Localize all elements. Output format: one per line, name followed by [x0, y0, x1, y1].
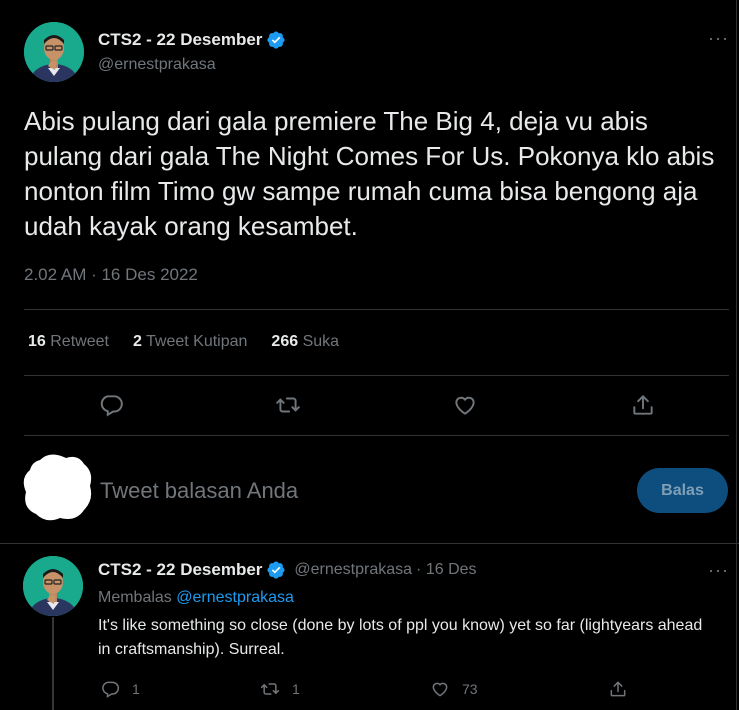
replying-prefix: Membalas — [98, 589, 172, 606]
reply-reply-count: 1 — [132, 681, 140, 697]
reply-retweet-count: 1 — [292, 681, 300, 697]
reply-reply-action[interactable]: 1 — [100, 679, 140, 699]
verified-badge-icon — [266, 560, 286, 580]
tweet-stats: 16 Retweet 2 Tweet Kutipan 266 Suka — [28, 333, 339, 351]
retweet-stat[interactable]: 16 Retweet — [28, 333, 109, 351]
section-separator — [0, 543, 739, 544]
replying-to-mention[interactable]: @ernestprakasa — [176, 589, 294, 606]
reply-icon — [102, 681, 120, 698]
reply-like-count: 73 — [462, 681, 478, 697]
tweet-detail-panel: CTS2 - 22 Desember @ernestprakasa ··· Ab… — [0, 0, 739, 710]
author-avatar[interactable] — [24, 22, 84, 82]
reply-text: It's like something so close (done by lo… — [98, 617, 703, 658]
retweet-icon — [260, 683, 280, 695]
quote-label: Tweet Kutipan — [146, 333, 248, 350]
reply-date[interactable]: · 16 Des — [416, 561, 476, 579]
reply-author-avatar[interactable] — [23, 556, 83, 616]
more-options-icon[interactable]: ··· — [708, 28, 729, 49]
like-stat[interactable]: 266 Suka — [271, 333, 339, 351]
reply-author-row[interactable]: CTS2 - 22 Desember @ernestprakasa · 16 D… — [98, 560, 477, 580]
reply-retweet-action[interactable]: 1 — [260, 679, 300, 699]
share-icon — [610, 681, 626, 697]
user-avatar[interactable] — [22, 452, 94, 522]
divider — [24, 309, 729, 310]
reply-button[interactable]: Balas — [637, 468, 728, 513]
quote-count: 2 — [132, 333, 142, 350]
retweet-count: 16 — [28, 333, 46, 350]
like-count: 266 — [271, 333, 299, 350]
tweet-text: Abis pulang dari gala premiere The Big 4… — [24, 106, 715, 241]
divider — [24, 375, 729, 376]
like-icon[interactable] — [452, 392, 478, 418]
reply-author-name[interactable]: CTS2 - 22 Desember — [98, 560, 262, 580]
tweet-timestamp[interactable]: 2.02 AM · 16 Des 2022 — [24, 265, 198, 285]
reply-action-bar: 1 1 73 — [0, 679, 739, 701]
retweet-label: Retweet — [50, 333, 109, 350]
reply-input[interactable]: Tweet balasan Anda — [100, 478, 298, 504]
share-icon[interactable] — [630, 392, 656, 418]
like-icon — [432, 682, 448, 697]
reply-like-action[interactable]: 73 — [430, 679, 478, 699]
author-name-row[interactable]: CTS2 - 22 Desember — [98, 30, 286, 50]
author-handle[interactable]: @ernestprakasa — [98, 56, 216, 74]
replying-to: Membalas @ernestprakasa — [98, 589, 294, 607]
reply-icon[interactable] — [98, 392, 124, 418]
tweet-action-bar — [0, 392, 739, 418]
reply-author-handle[interactable]: @ernestprakasa — [294, 561, 412, 579]
author-name[interactable]: CTS2 - 22 Desember — [98, 30, 262, 50]
verified-badge-icon — [266, 30, 286, 50]
reply-share-action[interactable] — [608, 679, 628, 699]
like-label: Suka — [302, 333, 340, 350]
retweet-icon[interactable] — [275, 392, 301, 418]
reply-more-options-icon[interactable]: ··· — [708, 560, 729, 581]
quote-stat[interactable]: 2 Tweet Kutipan — [133, 333, 247, 351]
divider — [24, 435, 729, 436]
